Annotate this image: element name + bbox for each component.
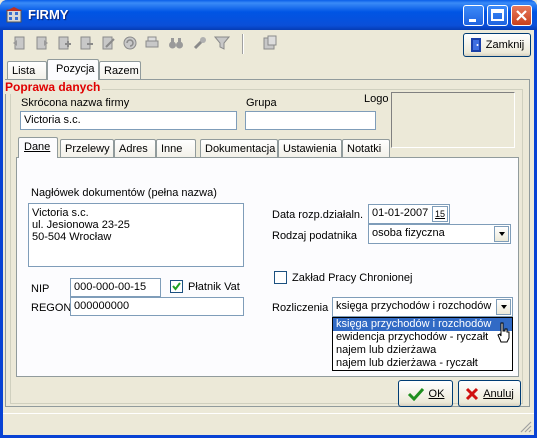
settlement-option[interactable]: najem lub dzierżawa	[333, 344, 512, 357]
short-name-input[interactable]: Victoria s.c.	[20, 111, 237, 130]
header-line-1: Victoria s.c.	[32, 207, 89, 219]
tab-adres[interactable]: Adres	[114, 139, 156, 158]
tab-ustawienia[interactable]: Ustawienia	[278, 139, 342, 158]
group-input[interactable]	[245, 111, 376, 130]
taxpayer-label: Rodzaj podatnika	[272, 230, 358, 242]
cancel-button[interactable]: Anuluj	[458, 380, 521, 407]
logo-label: Logo	[364, 93, 389, 105]
cancel-x-icon	[466, 387, 479, 400]
tab-lista[interactable]: Lista	[7, 61, 47, 80]
hand-cursor-icon	[497, 322, 510, 343]
nip-input[interactable]: 000-000-00-15	[70, 278, 161, 297]
calendar-icon: 15	[434, 209, 445, 219]
close-icon	[516, 10, 527, 21]
prev-record-icon[interactable]	[34, 35, 50, 51]
nip-label: NIP	[31, 283, 50, 295]
header-doc-textarea[interactable]: Victoria s.c. ul. Jesionowa 23-25 50-504…	[28, 203, 244, 267]
resize-grip-icon[interactable]	[519, 420, 532, 433]
taxpayer-dropdown-button[interactable]	[494, 226, 509, 242]
settlement-select[interactable]: księga przychodów i rozchodów	[332, 297, 513, 317]
window-title: FIRMY	[28, 7, 69, 22]
vat-label: Płatnik Vat	[188, 281, 240, 293]
start-date-value: 01-01-2007	[372, 207, 429, 219]
sheltered-checkbox[interactable]	[274, 271, 287, 284]
title-bar[interactable]: FIRMY	[0, 0, 537, 30]
logo-box[interactable]	[391, 92, 515, 148]
tab-razem-label: Razem	[104, 65, 139, 77]
tab-ustawienia-label: Ustawienia	[283, 143, 337, 155]
settlement-dropdown-list: księga przychodów i rozchodów ewidencja …	[332, 317, 513, 371]
settlement-option[interactable]: najem lub dzierżawa - ryczałt	[333, 357, 512, 370]
refresh-icon[interactable]	[122, 35, 138, 51]
first-record-icon[interactable]	[12, 35, 28, 51]
delete-record-icon[interactable]	[78, 35, 94, 51]
filter-icon[interactable]	[214, 35, 230, 51]
tab-dane-label: Dane	[24, 141, 51, 153]
minimize-icon	[469, 19, 476, 22]
tab-razem[interactable]: Razem	[99, 61, 141, 80]
tab-dokumentacja[interactable]: Dokumentacja	[200, 139, 278, 158]
exit-door-icon	[470, 38, 481, 52]
tab-notatki-label: Notatki	[347, 143, 382, 155]
ok-button[interactable]: OK	[398, 380, 453, 407]
sheltered-label: Zakład Pracy Chronionej	[292, 272, 413, 284]
tab-adres-label: Adres	[119, 143, 148, 155]
maximize-button[interactable]	[487, 5, 508, 26]
tab-dokumentacja-label: Dokumentacja	[205, 143, 276, 155]
tab-przelewy[interactable]: Przelewy	[60, 139, 114, 158]
header-line-2: ul. Jesionowa 23-25	[32, 219, 130, 231]
tab-dane[interactable]: Dane	[18, 137, 58, 158]
export-icon[interactable]	[262, 35, 278, 51]
header-line-3: 50-504 Wrocław	[32, 231, 112, 243]
tab-inne[interactable]: Inne	[156, 139, 196, 158]
header-doc-label: Nagłówek dokumentów (pełna nazwa)	[31, 187, 217, 199]
group-label: Grupa	[246, 97, 277, 109]
tab-inne-label: Inne	[161, 143, 183, 155]
cancel-label: Anuluj	[483, 387, 514, 400]
minimize-button[interactable]	[463, 5, 484, 26]
chevron-down-icon	[498, 232, 505, 236]
tools-icon[interactable]	[192, 35, 208, 51]
toolbar-separator	[242, 34, 244, 54]
regon-input[interactable]: 000000000	[70, 297, 244, 316]
toolbar: Zamknij	[3, 31, 534, 59]
settlement-value: księga przychodów i rozchodów	[336, 300, 492, 312]
taxpayer-value: osoba fizyczna	[372, 227, 445, 239]
start-date-input[interactable]: 01-01-2007 15	[368, 204, 450, 224]
binoculars-icon[interactable]	[168, 35, 184, 51]
tab-pozycja[interactable]: Pozycja	[47, 59, 99, 80]
tab-pozycja-label: Pozycja	[56, 63, 95, 75]
close-form-label: Zamknij	[485, 39, 525, 51]
checkmark-icon	[172, 282, 181, 291]
settlement-dropdown-button[interactable]	[496, 299, 511, 315]
tab-przelewy-label: Przelewy	[65, 143, 110, 155]
start-date-label: Data rozp.działaln.	[272, 209, 364, 221]
print-icon[interactable]	[144, 35, 160, 51]
group-title: Poprawa danych	[5, 80, 103, 94]
settlement-label: Rozliczenia	[272, 302, 329, 314]
checkmark-icon	[407, 387, 424, 401]
tab-notatki[interactable]: Notatki	[342, 139, 390, 158]
settlement-option[interactable]: księga przychodów i rozchodów	[333, 318, 512, 331]
calendar-button[interactable]: 15	[432, 206, 448, 222]
edit-record-icon[interactable]	[100, 35, 116, 51]
regon-label: REGON	[31, 302, 72, 314]
taxpayer-select[interactable]: osoba fizyczna	[368, 224, 511, 244]
chevron-down-icon	[500, 305, 507, 309]
ok-label: OK	[428, 387, 445, 400]
tab-lista-label: Lista	[12, 65, 36, 77]
close-form-button[interactable]: Zamknij	[463, 33, 531, 57]
vat-checkbox[interactable]	[170, 280, 183, 293]
short-name-label: Skrócona nazwa firmy	[21, 97, 130, 109]
add-record-icon[interactable]	[56, 35, 72, 51]
maximize-icon	[491, 9, 504, 21]
status-bar	[3, 413, 534, 435]
close-window-button[interactable]	[511, 5, 532, 26]
app-building-icon	[6, 7, 22, 23]
settlement-option[interactable]: ewidencja przychodów - ryczałt	[333, 331, 512, 344]
